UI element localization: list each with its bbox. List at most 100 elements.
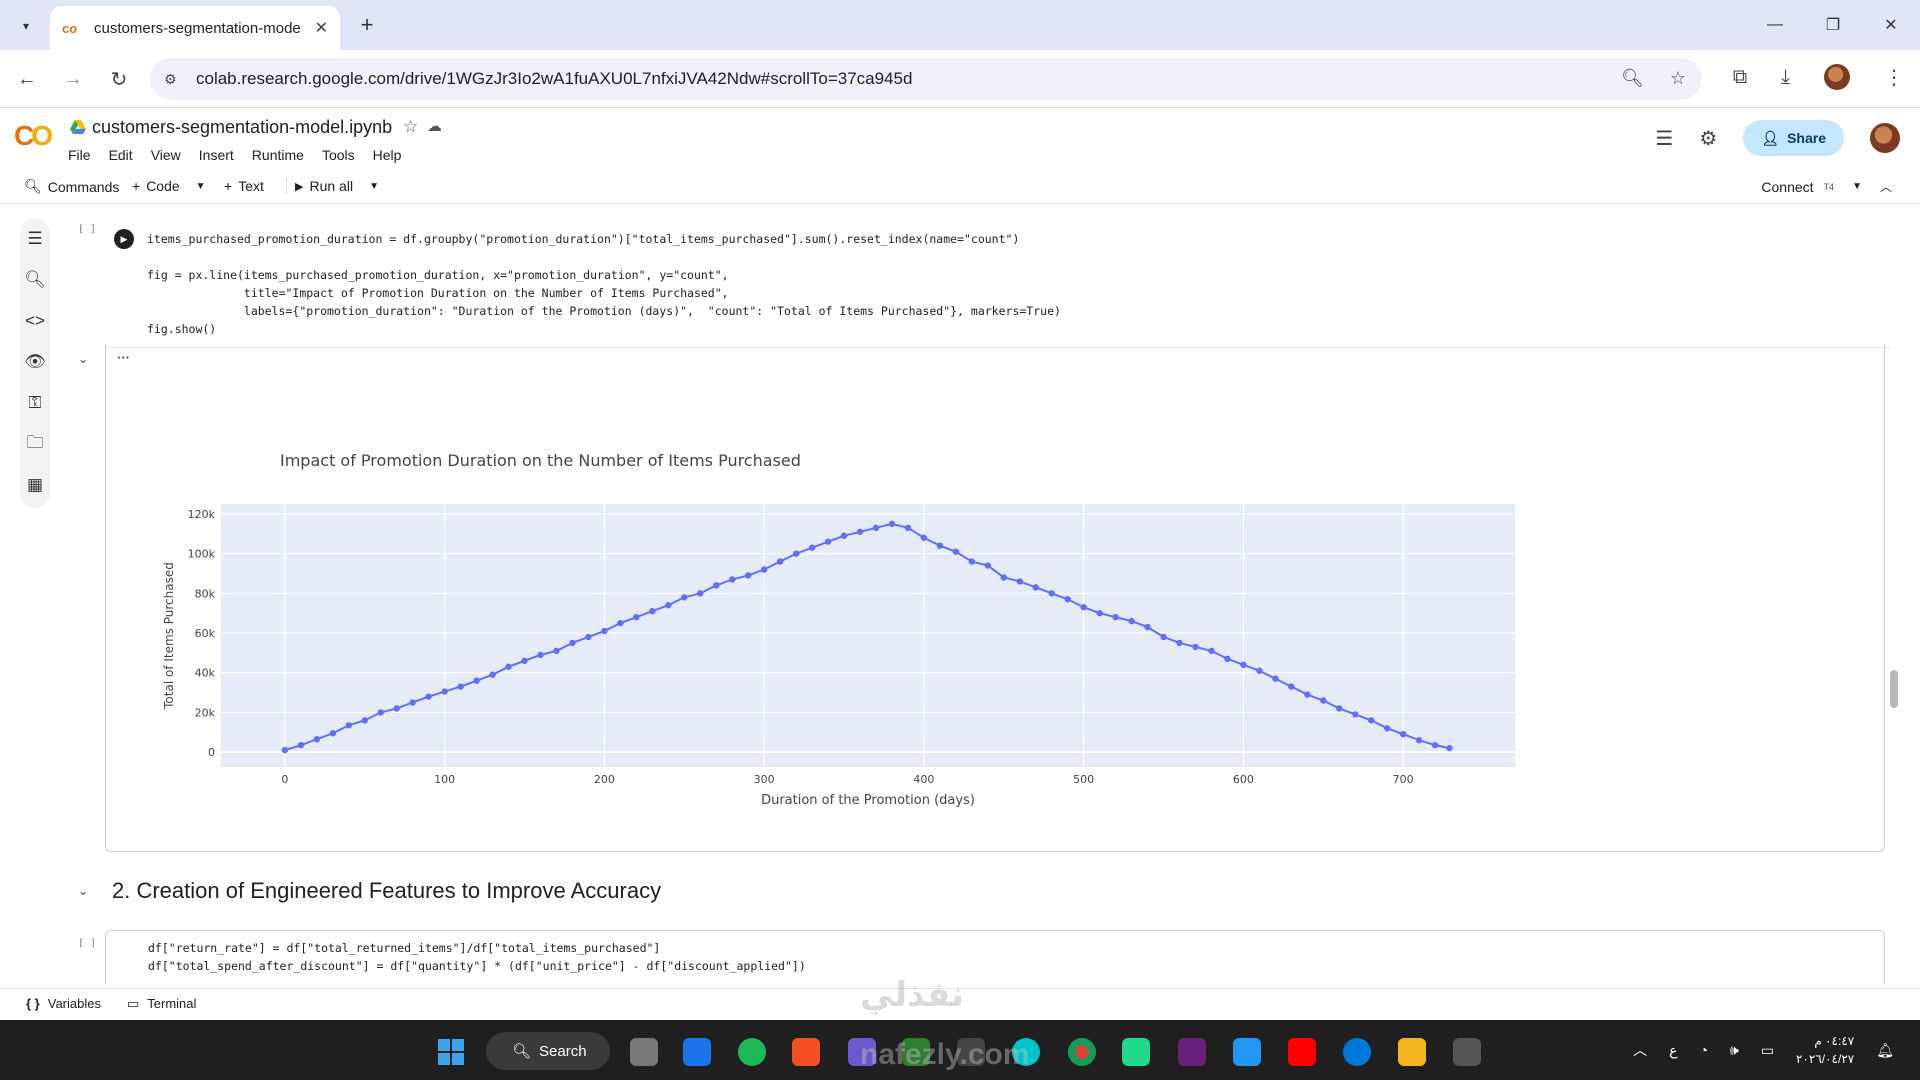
data-point-marker (665, 602, 672, 609)
data-table-icon[interactable]: ▦ (27, 474, 43, 496)
code-cell[interactable]: items_purchased_promotion_duration = df.… (105, 218, 1890, 348)
menu-help[interactable]: Help (373, 147, 402, 163)
commands-button[interactable]: 🔍︎ Commands (24, 178, 119, 195)
forward-icon[interactable]: → (58, 64, 88, 94)
google-drive-icon (70, 120, 86, 134)
output-collapse-icon[interactable]: ⌄ (78, 352, 88, 366)
kaggle-icon[interactable] (1453, 1038, 1481, 1066)
menu-file[interactable]: File (68, 147, 91, 163)
share-button[interactable]: 👤︎ Share (1743, 120, 1844, 156)
code-snippets-icon[interactable]: <> (25, 310, 45, 332)
data-point-marker (1383, 725, 1391, 732)
data-point-marker (1304, 691, 1311, 698)
notification-bell-icon[interactable]: 🔔︎ (1876, 1042, 1894, 1059)
chevron-down-icon[interactable]: ▼ (369, 181, 379, 192)
variable-inspector-icon[interactable]: 👁︎ (24, 351, 46, 373)
site-info-icon[interactable]: ⚙ (164, 71, 184, 88)
data-point-marker (824, 538, 832, 545)
section-collapse-icon[interactable]: ⌄ (78, 884, 88, 898)
notebook-title[interactable]: customers-segmentation-model.ipynb (92, 117, 392, 138)
data-point-marker (425, 693, 432, 700)
data-point-marker (1399, 731, 1407, 738)
data-point-marker (281, 746, 289, 754)
tab-search-button[interactable]: ▾ (12, 12, 40, 40)
visual-studio-icon[interactable] (1178, 1038, 1206, 1066)
browser-menu-icon[interactable]: ⋮ (1884, 65, 1904, 90)
data-point-marker (1224, 655, 1231, 663)
bookmark-star-icon[interactable]: ☆ (1670, 68, 1686, 89)
find-replace-icon[interactable]: 🔍︎ (24, 269, 46, 291)
data-point-marker (1192, 643, 1199, 651)
files-folder-icon[interactable]: 🗀 (27, 433, 44, 455)
terminal-button[interactable]: ▭ Terminal (127, 996, 196, 1012)
chevron-down-icon[interactable]: ▼ (196, 181, 206, 192)
wifi-icon[interactable]: ◔ (1699, 1042, 1707, 1058)
edge-icon[interactable] (1343, 1038, 1371, 1066)
code-label: Code (146, 178, 180, 194)
chevron-up-icon[interactable]: ︿ (1633, 1040, 1647, 1060)
menu-runtime[interactable]: Runtime (252, 147, 304, 163)
spotify-icon[interactable] (738, 1038, 766, 1066)
notebook-scrollbar[interactable] (1890, 670, 1898, 708)
todo-icon[interactable] (1233, 1038, 1261, 1066)
close-window-icon[interactable]: ✕ (1862, 0, 1920, 50)
chevron-down-icon[interactable]: ▼ (1852, 181, 1862, 192)
profile-avatar[interactable] (1824, 64, 1850, 90)
data-point-marker (553, 647, 560, 655)
microsoft-store-icon[interactable] (792, 1038, 820, 1066)
language-indicator[interactable]: ع (1669, 1042, 1677, 1059)
run-cell-button[interactable]: ▶ (114, 229, 134, 249)
browser-tab[interactable]: co customers-segmentation-mode ✕ (50, 6, 340, 50)
extensions-icon[interactable]: ⧉ (1733, 66, 1747, 89)
settings-gear-icon[interactable]: ⚙ (1699, 126, 1717, 151)
chrome-icon[interactable] (1068, 1038, 1096, 1066)
url-text: colab.research.google.com/drive/1WGzJr3I… (196, 69, 913, 88)
data-point-marker (313, 736, 321, 743)
back-icon[interactable]: ← (12, 64, 42, 94)
youtube-icon[interactable] (1288, 1038, 1316, 1066)
menu-tools[interactable]: Tools (322, 147, 355, 163)
minimize-icon[interactable]: — (1746, 0, 1804, 50)
data-point-marker (377, 709, 384, 716)
comments-icon[interactable]: ☰ (1655, 126, 1673, 151)
file-explorer-icon[interactable] (1398, 1038, 1426, 1066)
zoom-icon[interactable]: 🔍︎ (1621, 68, 1644, 89)
battery-icon[interactable]: ▭ (1761, 1042, 1774, 1059)
variables-button[interactable]: { } Variables (26, 996, 101, 1011)
menu-bar: File Edit View Insert Runtime Tools Help (68, 147, 401, 163)
table-of-contents-icon[interactable]: ☰ (27, 228, 42, 250)
menu-view[interactable]: View (151, 147, 181, 163)
star-icon[interactable]: ☆ (403, 117, 418, 137)
data-point-marker (808, 544, 816, 551)
downloads-icon[interactable]: ⤓ (1781, 66, 1790, 89)
add-text-button[interactable]: + Text (224, 178, 264, 194)
account-avatar[interactable] (1870, 123, 1900, 153)
add-code-button[interactable]: + Code ▼ (132, 178, 206, 194)
code-editor[interactable]: items_purchased_promotion_duration = df.… (147, 230, 1061, 338)
restore-icon[interactable]: ❐ (1804, 0, 1862, 50)
code-editor[interactable]: df["return_rate"] = df["total_returned_i… (148, 939, 806, 975)
connect-button[interactable]: Connect T4 ▼ ︿ (1761, 178, 1892, 195)
menu-insert[interactable]: Insert (199, 147, 234, 163)
reload-icon[interactable]: ↻ (104, 64, 134, 94)
windows-start-icon[interactable] (438, 1039, 464, 1065)
taskbar-search[interactable]: 🔍︎ Search (486, 1032, 610, 1070)
clock-date: ٢٠٢٦/٠٤/٢٧ (1795, 1052, 1855, 1066)
code-cell[interactable]: df["return_rate"] = df["total_returned_i… (105, 930, 1885, 984)
data-point-marker (409, 699, 416, 706)
run-all-button[interactable]: ▶ Run all ▼ (286, 178, 379, 194)
search-icon: 🔍︎ (512, 1043, 532, 1060)
outlook-icon[interactable] (683, 1038, 711, 1066)
secrets-key-icon[interactable]: ⚿ (29, 392, 42, 414)
new-tab-button[interactable]: + (352, 10, 382, 40)
close-tab-icon[interactable]: ✕ (315, 18, 328, 38)
colab-logo[interactable]: CO (14, 120, 53, 152)
address-bar[interactable]: ⚙ colab.research.google.com/drive/1WGzJr… (150, 58, 1702, 100)
chevron-up-icon[interactable]: ︿ (1880, 178, 1892, 195)
volume-icon[interactable]: 🕪 (1730, 1042, 1739, 1059)
task-view-icon[interactable] (630, 1038, 658, 1066)
system-clock[interactable]: ٠٤:٤٧ م ٢٠٢٦/٠٤/٢٧ (1796, 1032, 1854, 1068)
menu-edit[interactable]: Edit (109, 147, 133, 163)
pycharm-icon[interactable] (1122, 1038, 1150, 1066)
